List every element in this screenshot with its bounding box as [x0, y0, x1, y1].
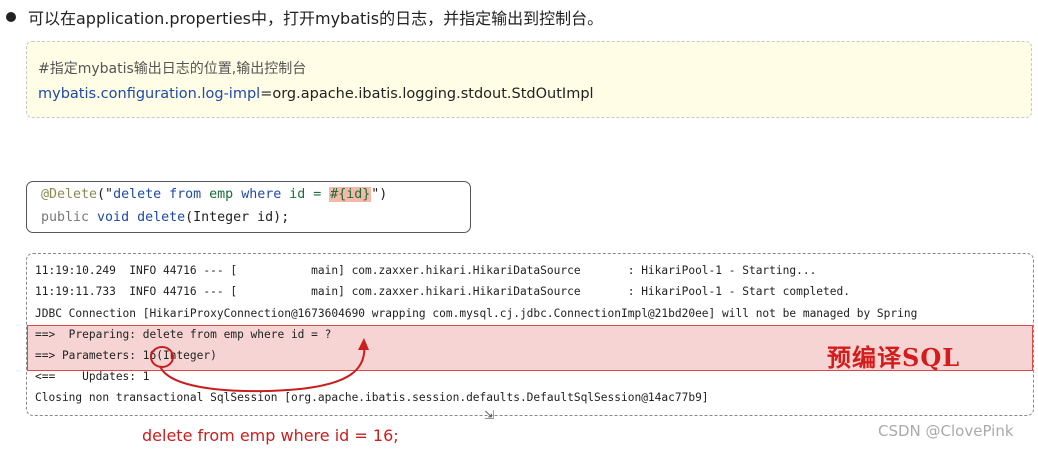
sql-keyword-where: where: [241, 187, 282, 202]
watermark: CSDN @ClovePink: [878, 422, 1014, 440]
log-line: <== Updates: 1: [35, 370, 150, 383]
annotation-token: @Delete: [41, 187, 98, 202]
intro-text: 可以在application.properties中，打开mybatis的日志，…: [28, 9, 604, 28]
sql-condition: id =: [281, 187, 330, 202]
public-token: public: [41, 210, 98, 225]
sql-table: emp: [201, 187, 242, 202]
sql-keyword-delete: delete: [113, 187, 162, 202]
log-line: 11:19:11.733 INFO 44716 --- [ main] com.…: [35, 285, 850, 298]
code-line-annotation: @Delete("delete from emp where id = #{id…: [41, 187, 387, 202]
log-line: 11:19:10.249 INFO 44716 --- [ main] com.…: [35, 264, 817, 277]
mouse-cursor-icon: ⇲: [484, 408, 495, 422]
method-params: (Integer id);: [185, 210, 290, 225]
log-line-parameters: ==> Parameters: 16(Integer): [35, 349, 217, 362]
sql-space: [161, 187, 169, 202]
log-line-preparing: ==> Preparing: delete from emp where id …: [35, 328, 332, 341]
method-name: delete: [137, 210, 186, 225]
config-block: #指定mybatis输出日志的位置,输出控制台 mybatis.configur…: [26, 41, 1032, 118]
intro-line: 可以在application.properties中，打开mybatis的日志，…: [6, 4, 603, 30]
code-block: @Delete("delete from emp where id = #{id…: [26, 181, 471, 233]
log-output-block: 11:19:10.249 INFO 44716 --- [ main] com.…: [26, 253, 1034, 416]
close-token: "): [371, 187, 388, 202]
sql-keyword-from: from: [169, 187, 202, 202]
config-property-line: mybatis.configuration.log-impl=org.apach…: [38, 86, 594, 102]
result-sql: delete from emp where id = 16;: [142, 426, 399, 445]
config-comment: #指定mybatis输出日志的位置,输出控制台: [38, 61, 307, 77]
code-line-method: public void delete(Integer id);: [41, 210, 289, 225]
bullet-icon: [6, 12, 16, 22]
parameter-circle-annotation: [150, 346, 174, 368]
log-line: Closing non transactional SqlSession [or…: [35, 391, 709, 404]
void-token: void: [97, 210, 138, 225]
log-line: JDBC Connection [HikariProxyConnection@1…: [35, 307, 918, 320]
precompiled-sql-label: 预编译SQL: [827, 343, 961, 372]
sql-placeholder: #{id}: [329, 187, 372, 202]
config-key: mybatis.configuration.log-impl: [38, 86, 261, 102]
config-equals: =: [260, 86, 273, 102]
open-token: (": [97, 187, 114, 202]
config-value: org.apache.ibatis.logging.stdout.StdOutI…: [272, 86, 594, 102]
